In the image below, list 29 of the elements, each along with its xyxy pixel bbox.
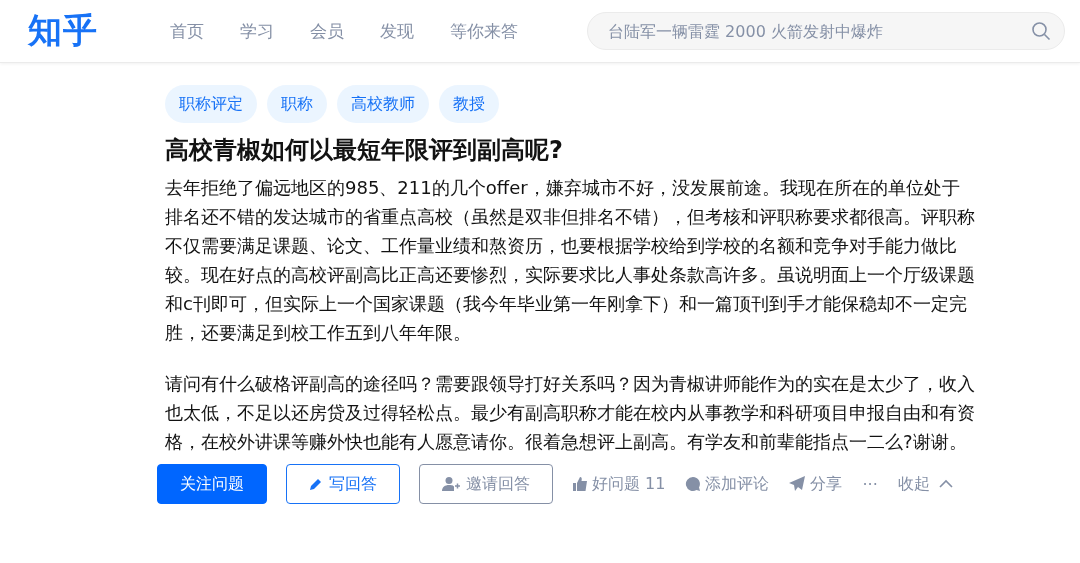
pencil-icon bbox=[309, 477, 323, 491]
topic-tag[interactable]: 教授 bbox=[439, 85, 499, 123]
invite-button[interactable]: 邀请回答 bbox=[419, 464, 553, 504]
more-button[interactable]: ··· bbox=[862, 474, 878, 494]
topic-tag[interactable]: 高校教师 bbox=[337, 85, 429, 123]
topic-tag[interactable]: 职称评定 bbox=[165, 85, 257, 123]
chevron-up-icon bbox=[938, 479, 953, 489]
share-button[interactable]: 分享 bbox=[789, 473, 843, 495]
nav-link[interactable]: 学习 bbox=[222, 19, 292, 43]
nav-link[interactable]: 首页 bbox=[152, 19, 222, 43]
follow-button[interactable]: 关注问题 bbox=[157, 464, 267, 504]
topic-tag[interactable]: 职称 bbox=[267, 85, 327, 123]
nav-link[interactable]: 等你来答 bbox=[432, 19, 536, 43]
question-title: 高校青椒如何以最短年限评到副高呢? bbox=[165, 135, 564, 166]
speech-bubble-icon bbox=[685, 476, 702, 492]
nav-link[interactable]: 发现 bbox=[362, 19, 432, 43]
paper-plane-icon bbox=[789, 476, 807, 492]
nav-link[interactable]: 会员 bbox=[292, 19, 362, 43]
search-icon[interactable] bbox=[1031, 21, 1051, 41]
logo[interactable]: 知乎 bbox=[28, 8, 128, 54]
comment-button[interactable]: 添加评论 bbox=[685, 473, 770, 495]
add-user-icon bbox=[442, 476, 460, 492]
thumbs-up-icon bbox=[572, 476, 588, 492]
question-paragraph: 去年拒绝了偏远地区的985、211的几个offer，嫌弃城市不好，没发展前途。我现在所在的单位处于排名还不错的发达城市的省重点高校（虽然是双非但排名不错），但考核和评职称要求都很高。评职称不仅需要满足课题、论文、工作量业绩和熬资历，也要根据学校给到学校的名额和竞争对手能力做比较。现在好点的高校评副高比正高还要惨烈，实际要求比人事处条款高许多。虽说明面上一个厅级课题和c刊即可，但实际上一个国家课题（我今年毕业第一年刚拿下）和一篇顶刊到手才能保稳却不一定完胜，还要满足到校工作五到八年年限。 bbox=[165, 176, 975, 345]
like-button[interactable]: 好问题 11 bbox=[572, 473, 666, 495]
search-field[interactable]: 台陆军一辆雷霆 2000 火箭发射中爆炸 bbox=[587, 12, 1065, 50]
question-paragraph: 请问有什么破格评副高的途径吗？需要跟领导打好关系吗？因为青椒讲师能作为的实在是太少了，收入也太低，不足以还房贷及过得轻松点。最少有副高职称才能在校内从事教学和科研项目申报自由和有资格，在校外讲课等赚外快也能有人愿意请你。很着急想评上副高。有学友和前辈能指点一二么?谢谢。 bbox=[165, 372, 975, 454]
collapse-button[interactable]: 收起 bbox=[897, 473, 953, 495]
write-answer-button[interactable]: 写回答 bbox=[286, 464, 400, 504]
